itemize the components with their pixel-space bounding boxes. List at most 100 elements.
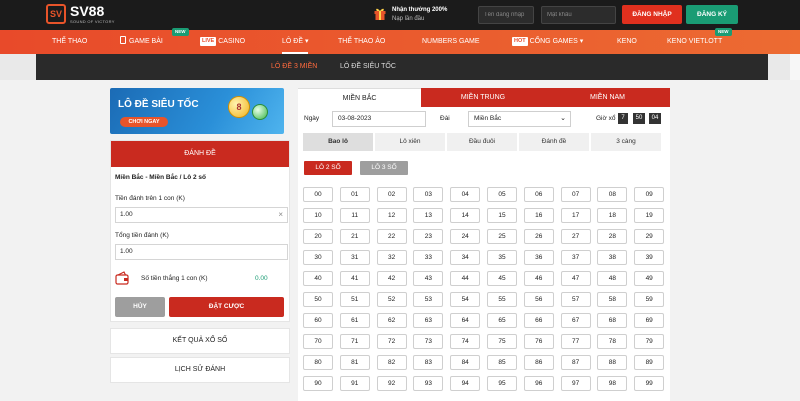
number-cell[interactable]: 76	[523, 334, 554, 349]
tab-mien-nam[interactable]: MIỀN NAM	[545, 88, 670, 107]
subnav-item-fast-lottery[interactable]: LÔ ĐỀ SIÊU TỐC	[340, 54, 396, 80]
number-cell[interactable]: 82	[376, 355, 407, 370]
subnav-item-3-regions[interactable]: LÔ ĐỀ 3 MIỀN	[271, 54, 317, 80]
number-cell[interactable]: 58	[597, 292, 628, 307]
number-cell[interactable]: 47	[560, 271, 591, 286]
number-cell[interactable]: 54	[450, 292, 481, 307]
number-cell[interactable]: 96	[523, 376, 554, 391]
number-cell[interactable]: 81	[339, 355, 370, 370]
number-cell[interactable]: 99	[634, 376, 665, 391]
number-cell[interactable]: 30	[303, 250, 333, 265]
total-input[interactable]: 1.00	[115, 244, 288, 260]
number-cell[interactable]: 38	[597, 250, 628, 265]
lo-3-so-button[interactable]: LÔ 3 SỐ	[360, 161, 408, 175]
number-cell[interactable]: 25	[487, 229, 517, 244]
number-cell[interactable]: 04	[450, 187, 481, 202]
number-cell[interactable]: 18	[597, 208, 628, 223]
per-unit-input[interactable]: 1.00 ×	[115, 207, 288, 223]
number-cell[interactable]: 55	[487, 292, 517, 307]
tab-dau-duoi[interactable]: Đầu đuôi	[447, 133, 517, 151]
number-cell[interactable]: 84	[450, 355, 481, 370]
number-cell[interactable]: 32	[376, 250, 407, 265]
number-cell[interactable]: 94	[450, 376, 481, 391]
number-cell[interactable]: 21	[339, 229, 370, 244]
number-cell[interactable]: 74	[450, 334, 481, 349]
number-cell[interactable]: 11	[339, 208, 370, 223]
number-cell[interactable]: 27	[560, 229, 591, 244]
number-cell[interactable]: 61	[339, 313, 370, 328]
number-cell[interactable]: 42	[376, 271, 407, 286]
number-cell[interactable]: 17	[560, 208, 591, 223]
number-cell[interactable]: 80	[303, 355, 333, 370]
lo-2-so-button[interactable]: LÔ 2 SỐ	[304, 161, 352, 175]
number-cell[interactable]: 28	[597, 229, 628, 244]
number-cell[interactable]: 64	[450, 313, 481, 328]
number-cell[interactable]: 98	[597, 376, 628, 391]
number-cell[interactable]: 70	[303, 334, 333, 349]
number-cell[interactable]: 26	[523, 229, 554, 244]
number-cell[interactable]: 66	[523, 313, 554, 328]
login-button[interactable]: ĐĂNG NHẬP	[622, 5, 682, 24]
number-cell[interactable]: 19	[634, 208, 665, 223]
nav-item-lottery[interactable]: LÔ ĐỀ ▾	[282, 30, 309, 54]
number-cell[interactable]: 83	[413, 355, 444, 370]
number-cell[interactable]: 85	[487, 355, 517, 370]
number-cell[interactable]: 53	[413, 292, 444, 307]
number-cell[interactable]: 31	[339, 250, 370, 265]
lottery-results-link[interactable]: KẾT QUẢ XỔ SỐ	[110, 328, 290, 354]
tab-bao-lo[interactable]: Bao lô	[303, 133, 373, 151]
number-cell[interactable]: 52	[376, 292, 407, 307]
number-cell[interactable]: 36	[523, 250, 554, 265]
number-cell[interactable]: 02	[376, 187, 407, 202]
number-cell[interactable]: 13	[413, 208, 444, 223]
play-now-button[interactable]: CHƠI NGAY	[120, 117, 168, 127]
number-cell[interactable]: 00	[303, 187, 333, 202]
password-input[interactable]	[541, 6, 616, 24]
number-cell[interactable]: 68	[597, 313, 628, 328]
number-cell[interactable]: 20	[303, 229, 333, 244]
number-cell[interactable]: 90	[303, 376, 333, 391]
number-cell[interactable]: 87	[560, 355, 591, 370]
number-cell[interactable]: 44	[450, 271, 481, 286]
nav-item-keno[interactable]: KENO	[617, 30, 637, 54]
number-cell[interactable]: 03	[413, 187, 444, 202]
number-cell[interactable]: 07	[560, 187, 591, 202]
number-cell[interactable]: 08	[597, 187, 628, 202]
number-cell[interactable]: 79	[634, 334, 665, 349]
logo[interactable]: SV SV88 SOUND OF VICTORY	[46, 4, 126, 26]
date-picker[interactable]: 03-08-2023	[332, 111, 426, 127]
number-cell[interactable]: 01	[339, 187, 370, 202]
number-cell[interactable]: 12	[376, 208, 407, 223]
number-cell[interactable]: 75	[487, 334, 517, 349]
nav-item-keno-vietlott[interactable]: KENO VIETLOTT NEW	[667, 28, 732, 54]
number-cell[interactable]: 22	[376, 229, 407, 244]
number-cell[interactable]: 16	[523, 208, 554, 223]
number-cell[interactable]: 37	[560, 250, 591, 265]
number-cell[interactable]: 92	[376, 376, 407, 391]
nav-item-virtual-sports[interactable]: THỂ THAO ẢO	[338, 30, 385, 54]
number-cell[interactable]: 97	[560, 376, 591, 391]
nav-item-sports[interactable]: THỂ THAO	[52, 30, 87, 54]
username-input[interactable]	[478, 6, 534, 24]
number-cell[interactable]: 39	[634, 250, 665, 265]
number-cell[interactable]: 05	[487, 187, 517, 202]
nav-item-card-games[interactable]: GAME BÀI NEW	[120, 28, 189, 54]
clear-icon[interactable]: ×	[278, 208, 283, 222]
number-cell[interactable]: 93	[413, 376, 444, 391]
number-cell[interactable]: 23	[413, 229, 444, 244]
number-cell[interactable]: 73	[413, 334, 444, 349]
number-cell[interactable]: 72	[376, 334, 407, 349]
number-cell[interactable]: 14	[450, 208, 481, 223]
number-cell[interactable]: 62	[376, 313, 407, 328]
number-cell[interactable]: 40	[303, 271, 333, 286]
number-cell[interactable]: 15	[487, 208, 517, 223]
nav-item-numbers-game[interactable]: NUMBERS GAME	[422, 30, 480, 54]
number-cell[interactable]: 09	[634, 187, 665, 202]
number-cell[interactable]: 71	[339, 334, 370, 349]
nav-item-game-portal[interactable]: HOT CỔNG GAMES ▾	[512, 30, 583, 54]
number-cell[interactable]: 78	[597, 334, 628, 349]
number-cell[interactable]: 34	[450, 250, 481, 265]
number-cell[interactable]: 77	[560, 334, 591, 349]
scrollbar[interactable]	[790, 54, 800, 80]
number-cell[interactable]: 60	[303, 313, 333, 328]
